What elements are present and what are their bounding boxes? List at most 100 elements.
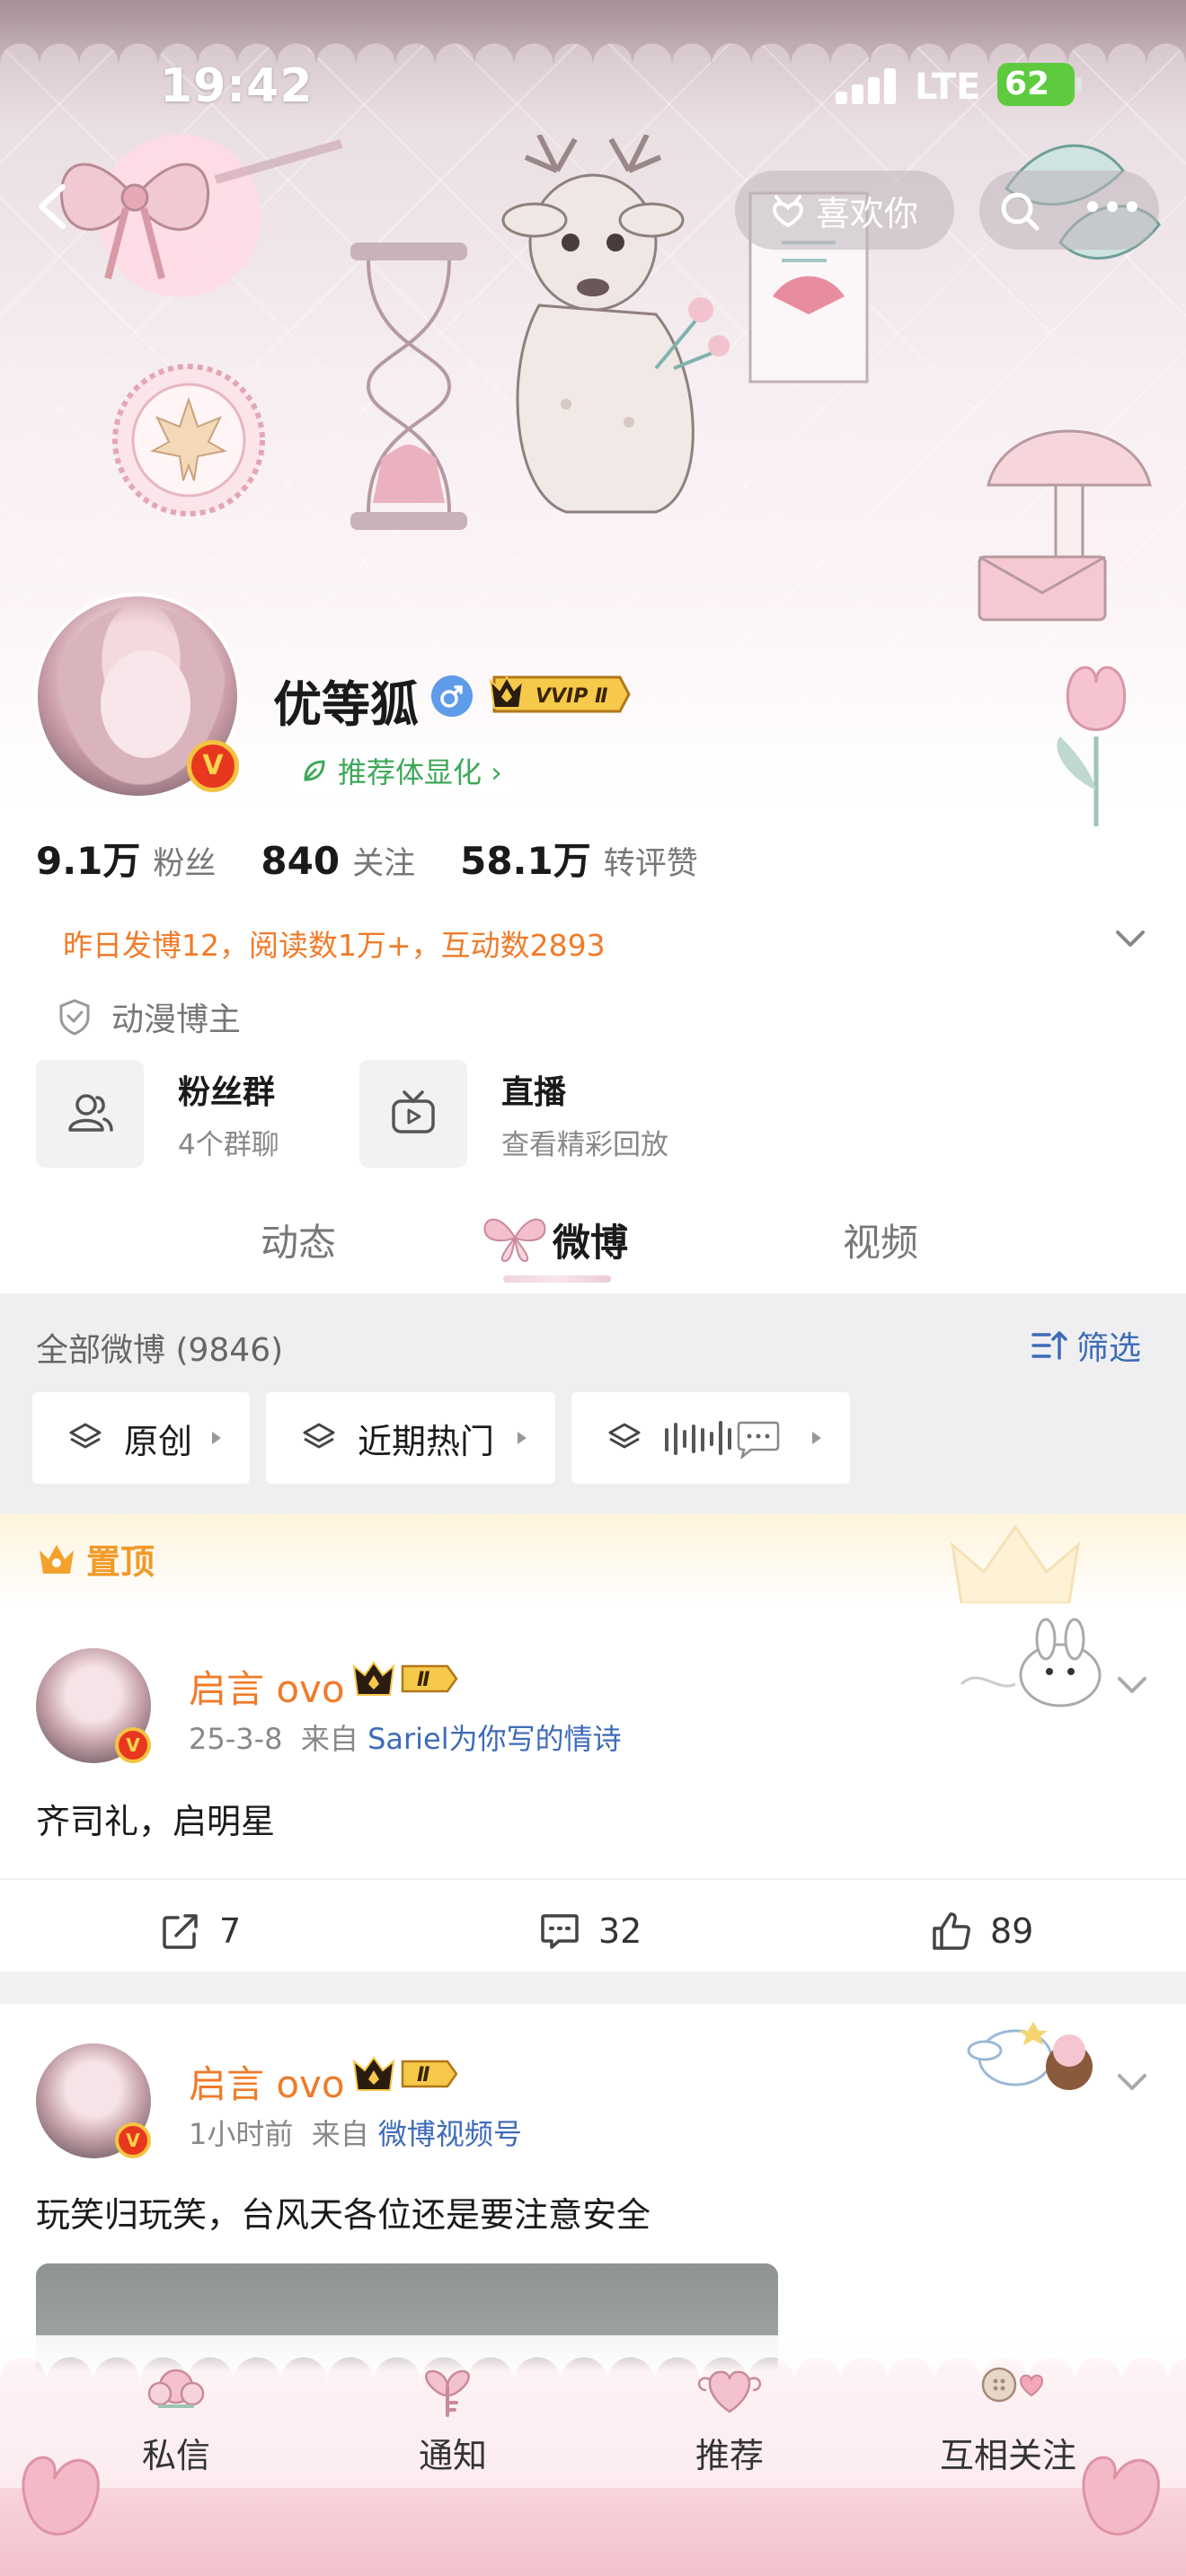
interactions-label: 转评赞 — [603, 846, 698, 882]
back-icon[interactable] — [27, 180, 81, 234]
ribbon-decoration — [0, 2488, 1186, 2576]
recommend-button[interactable]: 推荐体显化 › — [282, 745, 526, 796]
pinned-label: 置顶 — [36, 1534, 155, 1584]
flower-bouquet-icon — [147, 2369, 205, 2408]
all-posts-count: 全部微博 (9846) — [36, 1332, 284, 1369]
interactions-count: 58.1万 — [460, 839, 591, 883]
nav-recommend[interactable]: 推荐 — [631, 2358, 828, 2483]
butterfly-icon — [483, 1218, 546, 1263]
filter-label: 筛选 — [1076, 1330, 1142, 1367]
crown-icon — [40, 1544, 74, 1574]
deer-illustration — [501, 135, 730, 514]
post-author-name[interactable]: 启言 ovo — [189, 2054, 345, 2109]
post-actions: 7 32 89 — [0, 1878, 1186, 1977]
fan-group-card[interactable]: 粉丝群 4个群聊 — [36, 1058, 279, 1169]
repost-button[interactable]: 7 — [160, 1910, 241, 1952]
tv-icon — [392, 1090, 435, 1134]
chip-arrow — [812, 1432, 821, 1444]
followers-label[interactable]: 粉丝 — [153, 838, 216, 884]
vip-crown-badge: Ⅱ — [352, 1661, 458, 1696]
post-from: 来自 — [311, 2117, 369, 2151]
creator-tag[interactable]: 动漫博主 — [58, 993, 241, 1040]
chevron-down-icon[interactable] — [1114, 2069, 1150, 2095]
more-icon[interactable] — [1085, 198, 1139, 216]
vvip-badge[interactable]: VVIP Ⅱ — [485, 672, 631, 717]
following-count[interactable]: 840 — [261, 839, 340, 883]
maple-leaf-emblem — [112, 364, 265, 516]
post-author-name[interactable]: 启言 ovo — [189, 1659, 345, 1714]
button-heart-icon — [981, 2367, 1044, 2403]
puppy-cake-sticker — [967, 2022, 1093, 2090]
thumbs-up-icon — [933, 1912, 970, 1950]
like-button[interactable]: 89 — [931, 1910, 1033, 1952]
like-count: 89 — [990, 1911, 1034, 1951]
live-title: 直播 — [501, 1073, 567, 1111]
vip-level-text: Ⅱ — [417, 1669, 430, 1691]
chevron-down-icon[interactable] — [1114, 1672, 1150, 1698]
fox-heart-icon — [772, 195, 804, 228]
live-card[interactable]: 直播 查看精彩回放 — [359, 1058, 668, 1169]
signal-icon — [836, 68, 898, 104]
tulip-decoration — [1057, 666, 1127, 826]
like-you-button[interactable]: 喜欢你 — [735, 171, 954, 250]
male-gender-icon — [431, 675, 473, 717]
chip-arrow — [212, 1432, 221, 1444]
group-icon — [68, 1094, 113, 1132]
nav-mutual-follow[interactable]: 互相关注 — [909, 2358, 1107, 2483]
layers-icon — [608, 1423, 641, 1449]
vip-level-text: Ⅱ — [417, 2064, 430, 2086]
status-bar: 19:42 LTE 62 — [0, 54, 1186, 126]
post-source[interactable]: Sariel为你写的情诗 — [367, 1722, 622, 1756]
post-card[interactable]: V 启言 ovo Ⅱ 25-3-8 来自 Sariel为你写的情诗 齐司礼，启明… — [0, 1603, 1186, 1972]
crown-watermark — [950, 1524, 1081, 1605]
post-date: 1小时前 — [189, 2117, 294, 2151]
post-meta: 1小时前 来自 微博视频号 — [189, 2112, 522, 2153]
filter-icon — [1031, 1331, 1067, 1360]
nav-recommend-label: 推荐 — [695, 2436, 764, 2475]
chip-original[interactable]: 原创 — [32, 1392, 250, 1484]
vvip-badge-text: VVIP Ⅱ — [535, 685, 608, 708]
chip-recent-hot[interactable]: 近期热门 — [266, 1392, 555, 1484]
nav-mutual-follow-label: 互相关注 — [939, 2436, 1076, 2475]
avatar-face — [101, 650, 190, 758]
post-source[interactable]: 微博视频号 — [378, 2117, 522, 2151]
post-meta: 25-3-8 来自 Sariel为你写的情诗 — [189, 1716, 622, 1758]
recommend-label: 推荐体显化 › — [338, 755, 502, 790]
filter-button[interactable]: 筛选 — [1031, 1322, 1141, 1369]
tab-dynamic[interactable]: 动态 — [261, 1213, 336, 1267]
tv-icon-box — [359, 1060, 467, 1168]
chip-original-label: 原创 — [124, 1421, 193, 1461]
fan-group-subtitle: 4个群聊 — [178, 1128, 279, 1161]
search-icon[interactable] — [997, 189, 1042, 234]
chip-arrow — [518, 1432, 527, 1444]
post-separator — [0, 1972, 1186, 2004]
profile-stats: 9.1万 粉丝 840 关注 58.1万 转评赞 — [36, 831, 743, 886]
chip-voice[interactable] — [571, 1392, 850, 1484]
repost-icon — [163, 1914, 198, 1949]
fan-group-title: 粉丝群 — [178, 1073, 276, 1111]
tab-weibo[interactable]: 微博 — [553, 1213, 628, 1267]
creator-tag-label: 动漫博主 — [111, 1001, 242, 1038]
verified-v-badge: V — [187, 740, 239, 792]
battery-level: 62 — [1005, 66, 1050, 102]
nav-notifications[interactable]: 通知 — [354, 2358, 552, 2483]
layers-icon — [303, 1423, 335, 1449]
active-tab-indicator — [503, 1275, 611, 1283]
comment-count: 32 — [598, 1911, 642, 1951]
comment-button[interactable]: 32 — [539, 1910, 642, 1952]
verified-v-badge: V — [115, 1727, 151, 1763]
pinned-text: 置顶 — [86, 1542, 155, 1582]
tab-video[interactable]: 视频 — [843, 1213, 918, 1267]
nav-messages[interactable]: 私信 — [77, 2358, 275, 2483]
battery-icon: 62 — [997, 63, 1082, 106]
voice-wave-icon — [665, 1421, 780, 1459]
winged-heart-icon — [698, 2370, 761, 2413]
followers-count[interactable]: 9.1万 — [36, 831, 140, 886]
profile-name: 优等狐 — [273, 676, 419, 733]
post-text: 齐司礼，启明星 — [36, 1802, 276, 1841]
following-label[interactable]: 关注 — [352, 838, 415, 884]
chevron-down-icon[interactable] — [1112, 925, 1148, 952]
network-type: LTE — [915, 66, 981, 108]
header-actions — [979, 171, 1159, 250]
repost-count: 7 — [219, 1911, 242, 1951]
